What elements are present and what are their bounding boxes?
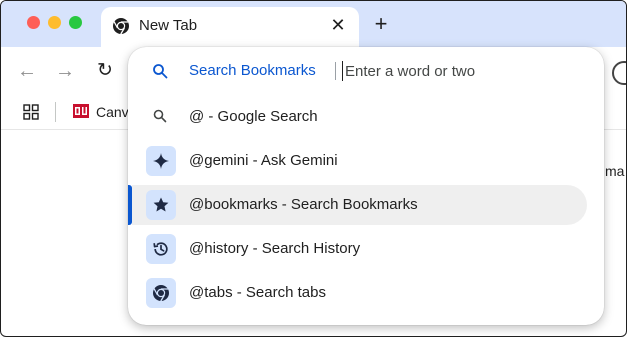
star-icon bbox=[146, 190, 176, 220]
search-icon bbox=[152, 108, 168, 124]
history-icon bbox=[146, 234, 176, 264]
apps-grid-icon[interactable] bbox=[23, 104, 39, 120]
chrome-icon bbox=[146, 278, 176, 308]
sparkle-icon bbox=[146, 146, 176, 176]
omnibox-input[interactable] bbox=[345, 59, 585, 83]
omnibox-input-row[interactable]: Search Bookmarks bbox=[128, 47, 604, 95]
tab-new-tab[interactable]: New Tab ✕ bbox=[101, 7, 359, 47]
chip-separator bbox=[335, 62, 336, 80]
selection-indicator bbox=[128, 185, 132, 225]
suggestion-tabs[interactable]: @tabs - Search tabs bbox=[128, 271, 604, 315]
canvas-logo-icon bbox=[73, 103, 89, 119]
suggestion-bookmarks[interactable]: @bookmarks - Search Bookmarks bbox=[128, 183, 604, 227]
forward-button[interactable]: → bbox=[53, 59, 77, 83]
close-window-button[interactable] bbox=[27, 16, 40, 29]
bookmarks-divider bbox=[55, 102, 56, 122]
suggestion-label: @ - Google Search bbox=[189, 108, 318, 125]
chrome-icon bbox=[112, 17, 130, 35]
browser-window: New Tab ✕ + ← → ↻ Canv ma Search Bookmar… bbox=[0, 0, 627, 337]
close-tab-icon[interactable]: ✕ bbox=[327, 14, 349, 36]
search-icon bbox=[152, 63, 168, 79]
tab-strip: New Tab ✕ + bbox=[1, 1, 626, 47]
suggestion-label: @history - Search History bbox=[189, 240, 361, 257]
reload-button[interactable]: ↻ bbox=[93, 59, 117, 83]
new-tab-button[interactable]: + bbox=[369, 12, 393, 36]
suggestion-label: @gemini - Ask Gemini bbox=[189, 152, 338, 169]
bookmark-canvas[interactable]: Canv bbox=[96, 104, 129, 120]
omnibox-dropdown: Search Bookmarks @ - Google Search @ge bbox=[128, 47, 604, 325]
profile-icon[interactable] bbox=[612, 61, 626, 85]
suggestion-label: @tabs - Search tabs bbox=[189, 284, 326, 301]
minimize-window-button[interactable] bbox=[48, 16, 61, 29]
suggestion-label: @bookmarks - Search Bookmarks bbox=[189, 196, 418, 213]
page-text-fragment: ma bbox=[605, 163, 625, 179]
zoom-window-button[interactable] bbox=[69, 16, 82, 29]
suggestion-gemini[interactable]: @gemini - Ask Gemini bbox=[128, 139, 604, 183]
tab-title: New Tab bbox=[139, 17, 198, 34]
search-scope-chip[interactable]: Search Bookmarks bbox=[189, 62, 316, 79]
suggestion-history[interactable]: @history - Search History bbox=[128, 227, 604, 271]
back-button[interactable]: ← bbox=[15, 59, 39, 83]
text-caret bbox=[342, 61, 343, 81]
suggestion-google-search[interactable]: @ - Google Search bbox=[128, 95, 604, 139]
